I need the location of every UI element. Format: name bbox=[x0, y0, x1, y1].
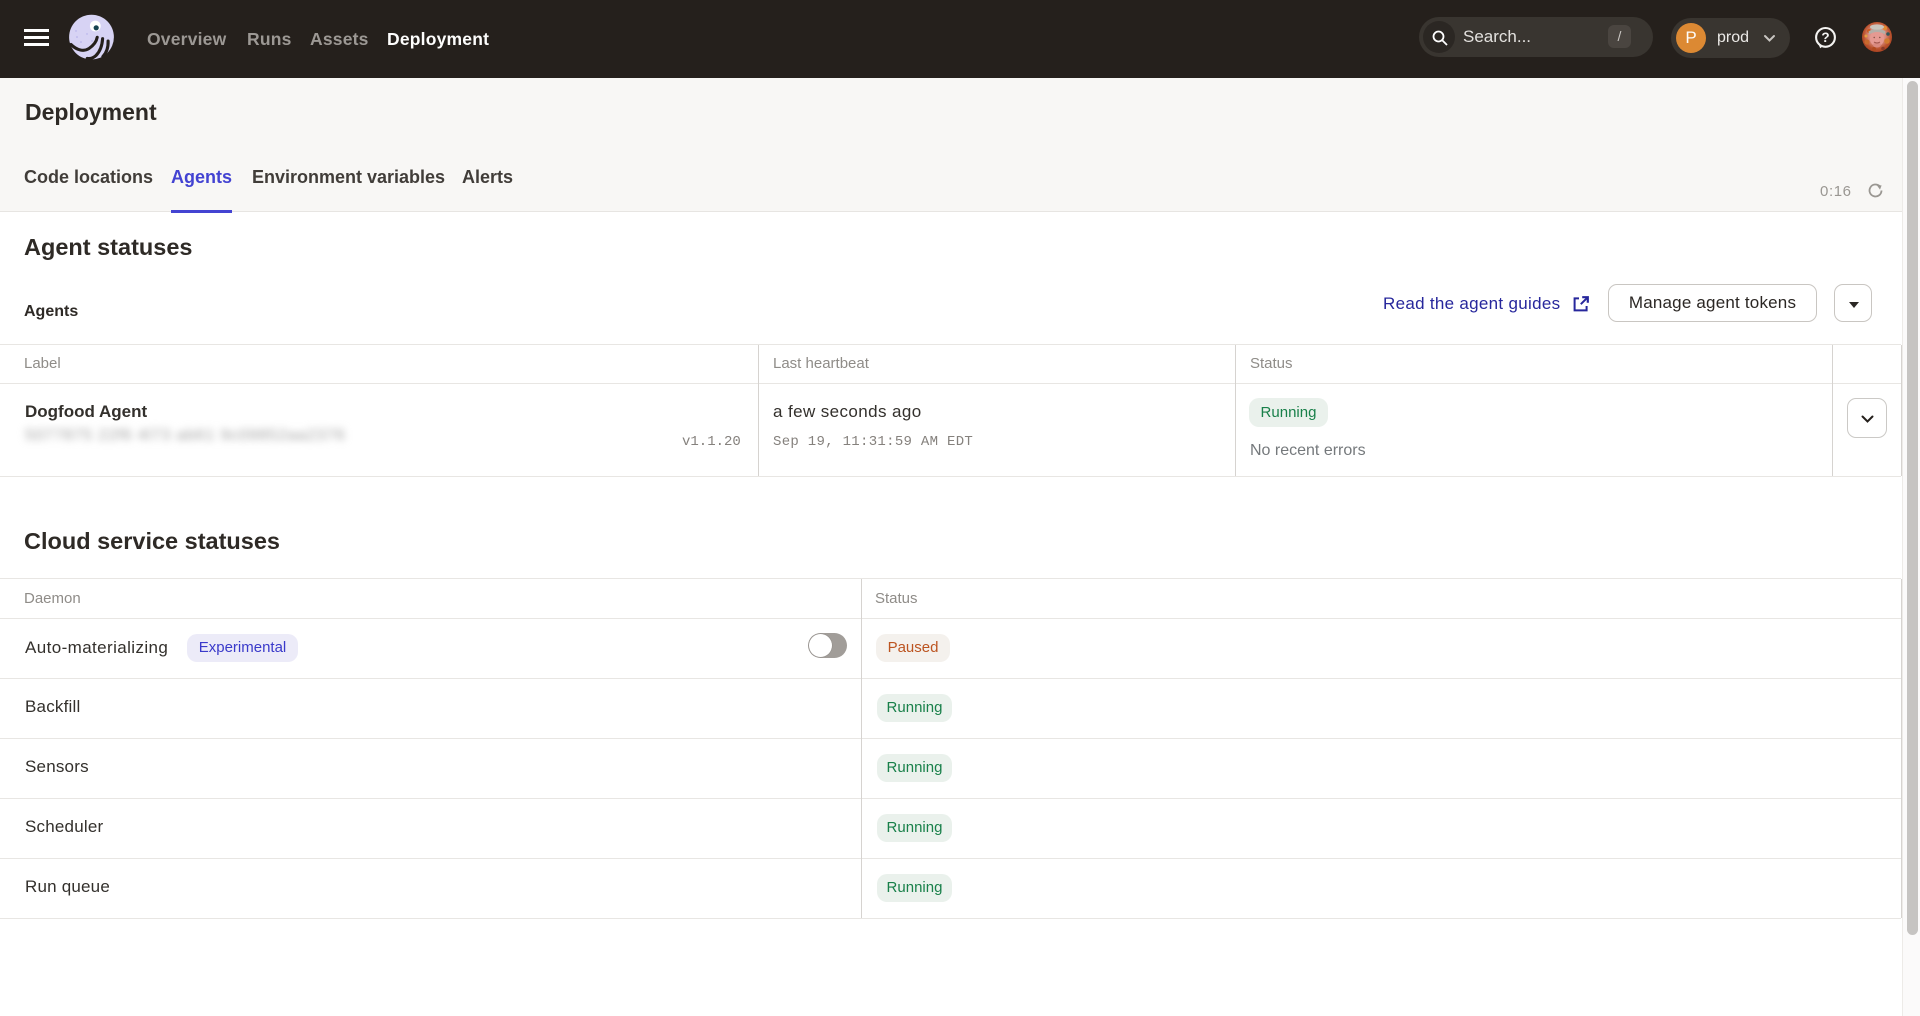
svg-text:?: ? bbox=[1821, 30, 1829, 45]
